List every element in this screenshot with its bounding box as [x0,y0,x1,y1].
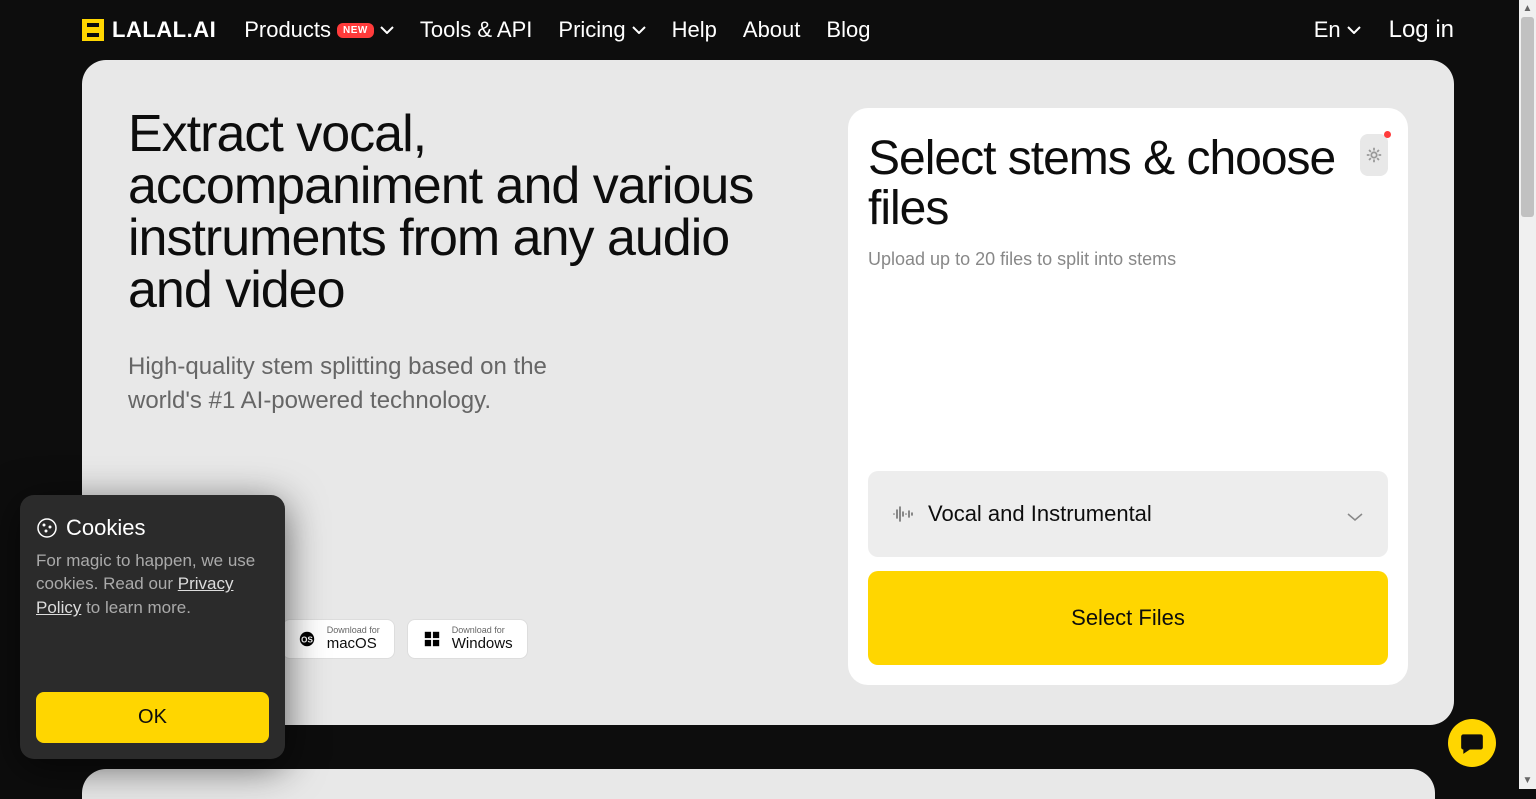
upload-panel: Select stems & choose files Upload up to… [848,108,1408,685]
hero-subtitle: High-quality stem splitting based on the… [128,350,608,417]
nav-products-label: Products [244,17,331,43]
chat-button[interactable] [1448,719,1496,767]
dl-win-bottom: Windows [452,636,513,653]
login-link[interactable]: Log in [1389,16,1454,44]
scrollbar[interactable]: ▲ ▼ [1519,0,1536,789]
cookies-modal: Cookies For magic to happen, we use cook… [20,495,285,759]
cookies-text2: to learn more. [81,598,191,617]
nav-help[interactable]: Help [672,17,717,43]
nav-products[interactable]: Products NEW [244,17,394,43]
nav-blog-label: Blog [826,17,870,43]
header-right: En Log in [1314,16,1454,44]
scrollbar-thumb[interactable] [1521,17,1534,217]
header: LALAL.AI Products NEW Tools & API Pricin… [0,0,1536,60]
macos-icon: OS [297,629,317,649]
language-label: En [1314,17,1341,43]
nav-help-label: Help [672,17,717,43]
gear-icon [1365,146,1383,164]
chevron-down-icon [632,26,646,34]
settings-button[interactable] [1360,134,1388,176]
hero-title: Extract vocal, accompaniment and various… [128,108,788,316]
panel-subtitle: Upload up to 20 files to split into stem… [868,249,1388,270]
nav: Products NEW Tools & API Pricing Help Ab… [244,17,1285,43]
stem-label: Vocal and Instrumental [928,501,1332,527]
windows-icon [422,629,442,649]
dl-mac-bottom: macOS [327,636,380,653]
svg-text:OS: OS [301,635,313,644]
chat-icon [1459,730,1485,756]
cookie-icon [36,517,58,539]
scroll-down-icon[interactable]: ▼ [1519,772,1536,789]
nav-about-label: About [743,17,801,43]
nav-blog[interactable]: Blog [826,17,870,43]
cookies-text: For magic to happen, we use cookies. Rea… [36,549,269,620]
logo-text: LALAL.AI [112,17,216,43]
chevron-down-icon [1347,26,1361,34]
cookies-ok-button[interactable]: OK [36,692,269,743]
main-card: Extract vocal, accompaniment and various… [82,60,1454,725]
nav-tools-label: Tools & API [420,17,533,43]
nav-about[interactable]: About [743,17,801,43]
nav-pricing-label: Pricing [558,17,625,43]
scroll-up-icon[interactable]: ▲ [1519,0,1536,17]
cookies-title: Cookies [36,515,269,541]
waveform-icon [892,505,914,523]
notification-dot [1384,131,1391,138]
nav-pricing[interactable]: Pricing [558,17,645,43]
stem-selector[interactable]: Vocal and Instrumental [868,471,1388,557]
next-section-peek [82,769,1435,799]
download-windows[interactable]: Download for Windows [407,619,528,659]
panel-header: Select stems & choose files [868,134,1388,235]
cookies-title-text: Cookies [66,515,145,541]
chevron-down-icon [1346,509,1364,519]
download-macos[interactable]: OS Download for macOS [282,619,395,659]
panel-title: Select stems & choose files [868,134,1360,235]
language-selector[interactable]: En [1314,17,1361,43]
chevron-down-icon [380,26,394,34]
new-badge: NEW [337,23,374,38]
select-files-button[interactable]: Select Files [868,571,1388,665]
logo-icon [82,19,104,41]
logo[interactable]: LALAL.AI [82,17,216,43]
nav-tools[interactable]: Tools & API [420,17,533,43]
